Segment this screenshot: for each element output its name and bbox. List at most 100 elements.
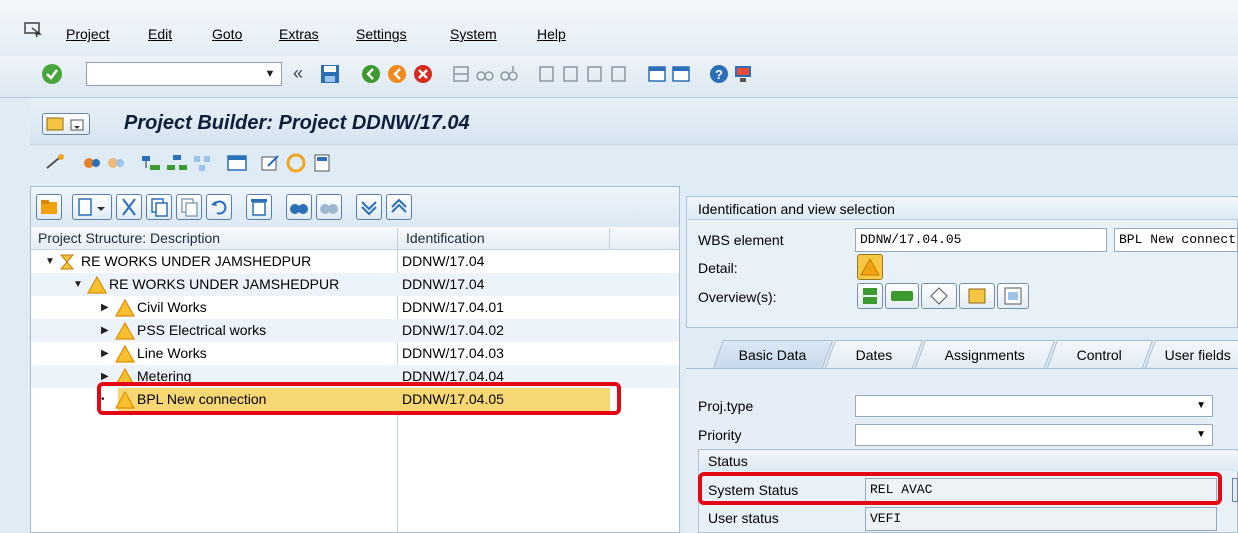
proj-type-label: Proj.type [698,398,754,414]
overview-document-button[interactable] [997,283,1029,309]
chevron-right-icon[interactable]: ▶ [101,302,109,313]
row-identification: DDNW/17.04.01 [402,299,504,315]
last-page-icon[interactable] [609,64,629,84]
chevron-down-icon[interactable]: ▼ [73,279,83,290]
tab-dates[interactable]: Dates [824,340,924,368]
copy-button[interactable] [146,194,172,220]
prev-page-icon[interactable] [561,64,581,84]
highlight-box-selected-row [97,382,621,415]
wbs-description-field[interactable]: BPL New connection [1114,228,1238,252]
status-title: Status [700,451,1238,471]
save-icon[interactable] [320,64,340,84]
paste-button[interactable] [176,194,202,220]
shortcut-icon[interactable] [671,64,691,84]
table-icon[interactable] [226,153,248,176]
next-page-icon[interactable] [585,64,605,84]
toggle-overview-icon[interactable] [106,153,126,176]
wand-icon[interactable] [44,153,66,176]
page-title: Project Builder: Project DDNW/17.04 [124,112,470,134]
row-description: Civil Works [137,299,207,315]
overview-project-def-button[interactable] [857,283,883,309]
tree-row[interactable]: ▼ RE WORKS UNDER JAMSHEDPUR DDNW/17.04 [31,273,679,296]
toggle-structure-icon[interactable] [82,153,102,176]
menu-extras[interactable]: Extras [279,26,319,42]
row-identification: DDNW/17.04 [402,253,485,269]
highlight-box-system-status [698,472,1222,505]
menu-system[interactable]: System [450,26,497,42]
command-field[interactable] [86,62,282,86]
cut-button[interactable] [116,194,142,220]
overview-activity-button[interactable] [959,283,995,309]
collapse-all-button[interactable] [386,194,412,220]
chevron-down-icon[interactable]: ▼ [1196,400,1206,411]
chevron-down-icon[interactable]: ▼ [259,62,281,86]
svg-text:?: ? [715,67,723,82]
tree-row[interactable]: ▶ Civil Works DDNW/17.04.01 [31,296,679,319]
row-description: RE WORKS UNDER JAMSHEDPUR [109,276,340,292]
menu-goto[interactable]: Goto [212,26,242,42]
chevron-right-icon[interactable]: ▶ [101,325,109,336]
cycle-icon[interactable] [286,153,306,176]
proj-type-dropdown[interactable]: ▼ [855,395,1213,417]
warning-icon [114,344,136,366]
project-icon [59,253,75,274]
chevron-down-icon[interactable]: ▼ [45,256,55,267]
screen-menu-button[interactable] [42,113,90,135]
customize-icon[interactable] [733,64,753,84]
expand-all-button[interactable] [356,194,382,220]
cancel-icon[interactable] [413,64,433,84]
tree-row[interactable]: ▶ PSS Electrical works DDNW/17.04.02 [31,319,679,342]
tab-assignments[interactable]: Assignments [914,340,1056,368]
overview-wbs-button[interactable] [885,283,919,309]
find-next-button[interactable] [316,194,342,220]
undo-button[interactable] [206,194,232,220]
tab-user-fields[interactable]: User fields [1144,340,1238,368]
chevron-down-icon[interactable]: ▼ [1196,429,1206,440]
menu-project[interactable]: Project [66,26,110,42]
open-folder-button[interactable] [36,194,62,220]
tree-row[interactable]: ▼ RE WORKS UNDER JAMSHEDPUR DDNW/17.04 [31,250,679,273]
help-icon[interactable]: ? [709,64,729,84]
menu-settings[interactable]: Settings [356,26,407,42]
tab-control[interactable]: Control [1046,340,1154,368]
user-status-field[interactable]: VEFI [865,507,1217,531]
menu-icon[interactable] [24,22,43,38]
menu-help[interactable]: Help [537,26,566,42]
first-page-icon[interactable] [537,64,557,84]
detail-warning-button[interactable] [857,254,883,280]
menu-bar [0,0,1238,56]
calculator-icon[interactable] [312,153,332,176]
create-button[interactable] [72,194,112,220]
new-session-icon[interactable] [647,64,667,84]
row-description: Line Works [137,345,207,361]
priority-dropdown[interactable]: ▼ [855,424,1213,446]
print-icon[interactable] [451,64,471,84]
edit-icon[interactable] [260,153,280,176]
structure-graphic-icon[interactable] [166,153,188,176]
network-icon[interactable] [192,153,214,176]
exit-icon[interactable] [387,64,407,84]
status-details-button[interactable] [1232,478,1238,502]
overview-milestone-button[interactable] [921,283,957,309]
wbs-element-field[interactable]: DDNW/17.04.05 [855,228,1107,252]
hierarchy-graphic-icon[interactable] [140,153,162,176]
wbs-element-label: WBS element [698,232,784,248]
warning-icon [86,275,108,297]
column-header-identification[interactable]: Identification [406,230,485,246]
delete-button[interactable] [246,194,272,220]
priority-label: Priority [698,427,742,443]
enter-icon[interactable] [41,63,63,85]
find-button[interactable] [286,194,312,220]
user-status-label: User status [708,510,779,526]
find-next-icon[interactable] [499,64,519,84]
menu-edit[interactable]: Edit [148,26,172,42]
column-header-description[interactable]: Project Structure: Description [38,230,220,246]
tree-row[interactable]: ▶ Line Works DDNW/17.04.03 [31,342,679,365]
back-green-icon[interactable] [361,64,381,84]
chevron-right-icon[interactable]: ▶ [101,348,109,359]
back-icon[interactable]: « [293,63,303,84]
find-icon[interactable] [475,64,495,84]
tab-basic-data[interactable]: Basic Data [712,340,834,368]
chevron-right-icon[interactable]: ▶ [101,371,109,382]
row-description: PSS Electrical works [137,322,267,338]
